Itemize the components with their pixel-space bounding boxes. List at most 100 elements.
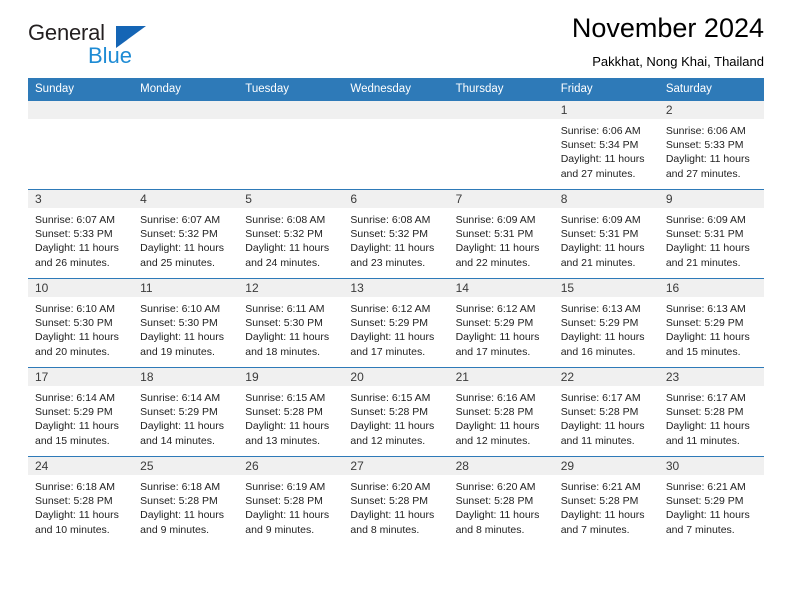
sunset-text: Sunset: 5:28 PM — [455, 495, 534, 508]
day-number: 21 — [448, 368, 554, 386]
day-cell-inner: 21 Sunrise: 6:16 AM Sunset: 5:28 PM Dayligh… — [448, 368, 554, 456]
day-number: 5 — [238, 190, 344, 208]
calendar-day-cell[interactable]: 8 Sunrise: 6:09 AM Sunset: 5:31 PM Daylight… — [553, 189, 659, 279]
calendar-day-cell[interactable]: 3 Sunrise: 6:07 AM Sunset: 5:33 PM Daylight… — [28, 189, 134, 279]
sunset-text: Sunset: 5:29 PM — [35, 406, 113, 419]
day-cell-inner: 20 Sunrise: 6:15 AM Sunset: 5:28 PM Dayligh… — [343, 368, 449, 456]
daylight-text: Daylight: 11 hours and 8 minutes. — [455, 509, 540, 536]
calendar-day-cell[interactable]: 27 Sunrise: 6:20 AM Sunset: 5:28 PM Dayligh… — [343, 456, 449, 546]
daylight-text: Daylight: 11 hours and 19 minutes. — [140, 331, 224, 358]
day-number: 9 — [658, 190, 764, 208]
day-number: 1 — [553, 101, 659, 119]
day-cell-inner: 25 Sunrise: 6:18 AM Sunset: 5:28 PM Dayligh… — [133, 457, 239, 546]
calendar-day-cell[interactable]: 9 Sunrise: 6:09 AM Sunset: 5:31 PM Daylight… — [658, 189, 764, 279]
day-details: Sunrise: 6:14 AM Sunset: 5:29 PM Daylight:… — [133, 386, 238, 448]
logo-text-blue: Blue — [88, 43, 133, 68]
daylight-text: Daylight: 11 hours and 20 minutes. — [35, 331, 119, 358]
day-cell-inner — [133, 101, 239, 189]
day-cell-inner: 19 Sunrise: 6:15 AM Sunset: 5:28 PM Dayligh… — [238, 368, 344, 456]
day-cell-inner: 12 Sunrise: 6:11 AM Sunset: 5:30 PM Dayligh… — [238, 279, 344, 367]
calendar-day-cell[interactable]: 11 Sunrise: 6:10 AM Sunset: 5:30 PM Dayligh… — [133, 278, 239, 368]
day-number: 3 — [28, 190, 134, 208]
weekday-header-wednesday: Wednesday — [343, 78, 449, 101]
sunrise-text: Sunrise: 6:08 AM — [350, 214, 431, 226]
calendar-day-cell[interactable]: 1 Sunrise: 6:06 AM Sunset: 5:34 PM Daylight… — [553, 100, 659, 190]
sunrise-text: Sunrise: 6:15 AM — [245, 392, 326, 404]
day-cell-inner: 24 Sunrise: 6:18 AM Sunset: 5:28 PM Dayligh… — [28, 457, 134, 546]
day-cell-inner: 13 Sunrise: 6:12 AM Sunset: 5:29 PM Dayligh… — [343, 279, 449, 367]
logo-text-general: General — [28, 20, 105, 45]
day-number: 12 — [238, 279, 344, 297]
calendar-day-cell[interactable]: 26 Sunrise: 6:19 AM Sunset: 5:28 PM Dayligh… — [238, 456, 344, 546]
sunrise-text: Sunrise: 6:07 AM — [35, 214, 115, 226]
daylight-text: Daylight: 11 hours and 10 minutes. — [35, 509, 119, 536]
day-cell-inner: 8 Sunrise: 6:09 AM Sunset: 5:31 PM Daylight… — [553, 190, 659, 278]
daylight-text: Daylight: 11 hours and 21 minutes. — [665, 242, 750, 269]
sunrise-text: Sunrise: 6:18 AM — [140, 481, 221, 493]
calendar-day-cell[interactable]: 28 Sunrise: 6:20 AM Sunset: 5:28 PM Dayligh… — [448, 456, 554, 546]
calendar-day-cell[interactable]: 22 Sunrise: 6:17 AM Sunset: 5:28 PM Dayligh… — [553, 367, 659, 457]
weekday-header-thursday: Thursday — [448, 78, 554, 101]
day-details: Sunrise: 6:09 AM Sunset: 5:31 PM Daylight:… — [554, 208, 659, 270]
sunrise-text: Sunrise: 6:20 AM — [350, 481, 431, 493]
day-cell-inner: 9 Sunrise: 6:09 AM Sunset: 5:31 PM Daylight… — [658, 190, 764, 278]
day-cell-inner: 14 Sunrise: 6:12 AM Sunset: 5:29 PM Dayligh… — [448, 279, 554, 367]
daylight-text: Daylight: 11 hours and 11 minutes. — [665, 420, 750, 447]
calendar-day-cell[interactable]: 10 Sunrise: 6:10 AM Sunset: 5:30 PM Dayligh… — [28, 278, 134, 368]
daylight-text: Daylight: 11 hours and 27 minutes. — [665, 153, 750, 180]
day-details: Sunrise: 6:07 AM Sunset: 5:33 PM Daylight:… — [28, 208, 133, 270]
calendar-day-cell-empty — [343, 100, 449, 190]
day-number: 20 — [343, 368, 449, 386]
calendar-day-cell[interactable]: 5 Sunrise: 6:08 AM Sunset: 5:32 PM Daylight… — [238, 189, 344, 279]
day-number: 27 — [343, 457, 449, 475]
calendar-day-cell[interactable]: 25 Sunrise: 6:18 AM Sunset: 5:28 PM Dayligh… — [133, 456, 239, 546]
calendar-day-cell[interactable]: 15 Sunrise: 6:13 AM Sunset: 5:29 PM Dayligh… — [553, 278, 659, 368]
calendar-day-cell[interactable]: 12 Sunrise: 6:11 AM Sunset: 5:30 PM Dayligh… — [238, 278, 344, 368]
general-blue-logo[interactable]: General Blue — [28, 22, 158, 70]
calendar-week-row: 1 Sunrise: 6:06 AM Sunset: 5:34 PM Daylight… — [28, 100, 764, 190]
daylight-text: Daylight: 11 hours and 12 minutes. — [455, 420, 540, 447]
calendar-day-cell[interactable]: 2 Sunrise: 6:06 AM Sunset: 5:33 PM Daylight… — [658, 100, 764, 190]
sunset-text: Sunset: 5:33 PM — [665, 139, 744, 152]
day-details: Sunrise: 6:14 AM Sunset: 5:29 PM Daylight:… — [28, 386, 133, 448]
calendar-day-cell-empty — [448, 100, 554, 190]
calendar-week-row: 3 Sunrise: 6:07 AM Sunset: 5:33 PM Daylight… — [28, 189, 764, 279]
day-number: 6 — [343, 190, 449, 208]
calendar-day-cell[interactable]: 16 Sunrise: 6:13 AM Sunset: 5:29 PM Dayligh… — [658, 278, 764, 368]
calendar-day-cell[interactable]: 24 Sunrise: 6:18 AM Sunset: 5:28 PM Dayligh… — [28, 456, 134, 546]
sunset-text: Sunset: 5:28 PM — [140, 495, 218, 508]
calendar-day-cell[interactable]: 7 Sunrise: 6:09 AM Sunset: 5:31 PM Daylight… — [448, 189, 554, 279]
daylight-text: Daylight: 11 hours and 15 minutes. — [665, 331, 750, 358]
day-number: 13 — [343, 279, 449, 297]
calendar-day-cell[interactable]: 30 Sunrise: 6:21 AM Sunset: 5:29 PM Dayligh… — [658, 456, 764, 546]
day-details: Sunrise: 6:18 AM Sunset: 5:28 PM Daylight:… — [133, 475, 238, 537]
sunset-text: Sunset: 5:31 PM — [665, 228, 744, 241]
day-number — [133, 101, 239, 119]
calendar-day-cell[interactable]: 18 Sunrise: 6:14 AM Sunset: 5:29 PM Dayligh… — [133, 367, 239, 457]
day-number: 2 — [658, 101, 764, 119]
daylight-text: Daylight: 11 hours and 23 minutes. — [350, 242, 435, 269]
day-details: Sunrise: 6:21 AM Sunset: 5:28 PM Daylight:… — [554, 475, 659, 537]
calendar-day-cell[interactable]: 4 Sunrise: 6:07 AM Sunset: 5:32 PM Daylight… — [133, 189, 239, 279]
calendar-day-cell[interactable]: 14 Sunrise: 6:12 AM Sunset: 5:29 PM Dayligh… — [448, 278, 554, 368]
calendar-week-row: 17 Sunrise: 6:14 AM Sunset: 5:29 PM Dayligh… — [28, 367, 764, 457]
calendar-day-cell[interactable]: 20 Sunrise: 6:15 AM Sunset: 5:28 PM Dayligh… — [343, 367, 449, 457]
sunrise-text: Sunrise: 6:09 AM — [455, 214, 536, 226]
calendar-day-cell[interactable]: 29 Sunrise: 6:21 AM Sunset: 5:28 PM Dayligh… — [553, 456, 659, 546]
calendar-day-cell[interactable]: 23 Sunrise: 6:17 AM Sunset: 5:28 PM Dayligh… — [658, 367, 764, 457]
sunset-text: Sunset: 5:31 PM — [560, 228, 639, 241]
day-details: Sunrise: 6:16 AM Sunset: 5:28 PM Daylight:… — [449, 386, 554, 448]
calendar-day-cell[interactable]: 6 Sunrise: 6:08 AM Sunset: 5:32 PM Daylight… — [343, 189, 449, 279]
day-number: 10 — [28, 279, 134, 297]
sunset-text: Sunset: 5:28 PM — [35, 495, 113, 508]
daylight-text: Daylight: 11 hours and 24 minutes. — [245, 242, 330, 269]
calendar-day-cell[interactable]: 13 Sunrise: 6:12 AM Sunset: 5:29 PM Dayligh… — [343, 278, 449, 368]
day-details: Sunrise: 6:20 AM Sunset: 5:28 PM Daylight:… — [343, 475, 448, 537]
calendar-day-cell[interactable]: 17 Sunrise: 6:14 AM Sunset: 5:29 PM Dayligh… — [28, 367, 134, 457]
calendar-day-cell[interactable]: 19 Sunrise: 6:15 AM Sunset: 5:28 PM Dayligh… — [238, 367, 344, 457]
day-number: 15 — [553, 279, 659, 297]
day-cell-inner: 29 Sunrise: 6:21 AM Sunset: 5:28 PM Dayligh… — [553, 457, 659, 546]
day-cell-inner: 11 Sunrise: 6:10 AM Sunset: 5:30 PM Dayligh… — [133, 279, 239, 367]
sunset-text: Sunset: 5:29 PM — [665, 317, 744, 330]
calendar-day-cell[interactable]: 21 Sunrise: 6:16 AM Sunset: 5:28 PM Dayligh… — [448, 367, 554, 457]
